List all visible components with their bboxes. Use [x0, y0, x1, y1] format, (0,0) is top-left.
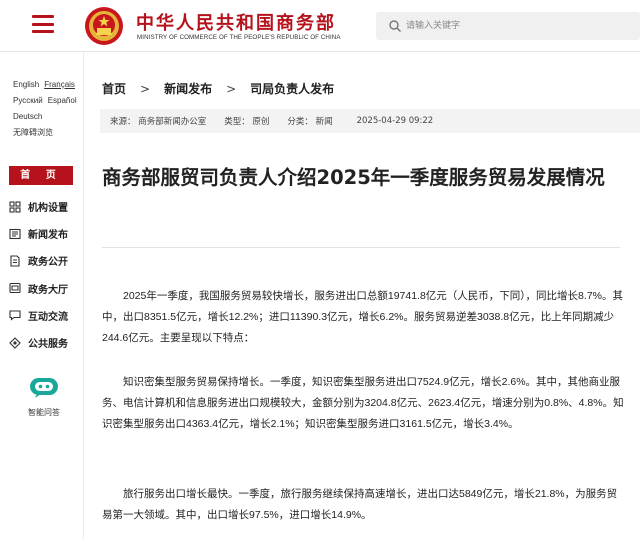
- document-icon: [10, 255, 20, 267]
- search-icon[interactable]: [388, 19, 402, 33]
- sidebar: English Français Русский Español Deutsch 无…: [0, 52, 84, 539]
- title-divider: [102, 247, 620, 248]
- breadcrumb-news[interactable]: 新闻发布: [164, 82, 212, 96]
- article-paragraph: 2025年一季度，我国服务贸易较快增长，服务进出口总额19741.8亿元（人民币…: [102, 290, 623, 344]
- article-paragraph: 知识密集型服务贸易保持增长。一季度，知识密集型服务进出口7524.9亿元，增长2…: [102, 376, 624, 430]
- search-box: [376, 12, 640, 40]
- lang-french[interactable]: Français: [44, 80, 75, 89]
- article-title: 商务部服贸司负责人介绍2025年一季度服务贸易发展情况: [102, 166, 605, 189]
- breadcrumb: 首页 > 新闻发布 > 司局负责人发布: [102, 80, 334, 97]
- chat-icon: [9, 310, 21, 321]
- lang-spanish[interactable]: Español: [48, 96, 77, 105]
- grid-icon: [9, 201, 21, 213]
- site-header: 中华人民共和国商务部 MINISTRY OF COMMERCE OF THE P…: [0, 0, 640, 52]
- news-icon: [9, 228, 21, 239]
- chevron-right-icon: >: [140, 82, 151, 96]
- sidebar-item-label: 机构设置: [28, 203, 68, 215]
- breadcrumb-department-release[interactable]: 司局负责人发布: [250, 82, 334, 96]
- sidebar-item-news[interactable]: 新闻发布: [9, 220, 81, 247]
- site-title[interactable]: 中华人民共和国商务部: [136, 9, 336, 35]
- meta-type: 类型： 原创: [224, 117, 270, 127]
- main-content: 首页 > 新闻发布 > 司局负责人发布 来源： 商务部新闻办公室 类型： 原创 分类： …: [84, 52, 640, 539]
- assistant-label: 智能问答: [28, 408, 60, 417]
- site-subtitle: MINISTRY OF COMMERCE OF THE PEOPLE'S REP…: [137, 34, 341, 41]
- breadcrumb-home[interactable]: 首页: [102, 82, 126, 96]
- sidebar-item-label: 政务大厅: [28, 284, 68, 296]
- robot-icon: [30, 378, 58, 398]
- sidebar-home-button[interactable]: 首 页: [9, 166, 73, 185]
- article-paragraph: 旅行服务出口增长最快。一季度，旅行服务继续保持高速增长，进出口达5849亿元，增…: [102, 488, 618, 521]
- sidebar-nav: 机构设置 新闻发布 政务公开 政务大厅 互动交流 公共服务: [9, 193, 81, 356]
- sidebar-item-label: 新闻发布: [28, 230, 68, 242]
- sidebar-item-label: 政务公开: [28, 257, 68, 269]
- sidebar-item-public-service[interactable]: 公共服务: [9, 329, 81, 356]
- accessibility-link[interactable]: 无障碍浏览: [13, 128, 53, 137]
- meta-date: 2025-04-29 09:22: [356, 116, 434, 126]
- sidebar-item-label: 互动交流: [28, 311, 68, 323]
- smart-assistant-button[interactable]: 智能问答: [24, 377, 64, 418]
- lang-german[interactable]: Deutsch: [13, 112, 42, 121]
- chevron-right-icon: >: [226, 82, 237, 96]
- search-input[interactable]: [406, 12, 626, 40]
- meta-category: 分类： 新闻: [287, 117, 333, 127]
- sidebar-item-government-affairs[interactable]: 政务公开: [9, 247, 81, 274]
- sidebar-item-service-hall[interactable]: 政务大厅: [9, 275, 81, 302]
- sidebar-item-organization[interactable]: 机构设置: [9, 193, 81, 220]
- article-meta-bar: 来源： 商务部新闻办公室 类型： 原创 分类： 新闻 2025-04-29 09…: [100, 109, 640, 133]
- sidebar-item-interaction[interactable]: 互动交流: [9, 302, 81, 329]
- language-switcher: English Français Русский Español Deutsch 无…: [13, 77, 83, 141]
- service-icon: [9, 336, 21, 349]
- lang-english[interactable]: English: [13, 80, 39, 89]
- sidebar-item-label: 公共服务: [28, 339, 68, 351]
- hall-icon: [9, 283, 21, 294]
- lang-russian[interactable]: Русский: [13, 96, 43, 105]
- meta-source: 来源： 商务部新闻办公室: [110, 117, 207, 127]
- menu-icon[interactable]: [32, 15, 54, 33]
- national-emblem-icon[interactable]: [84, 6, 124, 46]
